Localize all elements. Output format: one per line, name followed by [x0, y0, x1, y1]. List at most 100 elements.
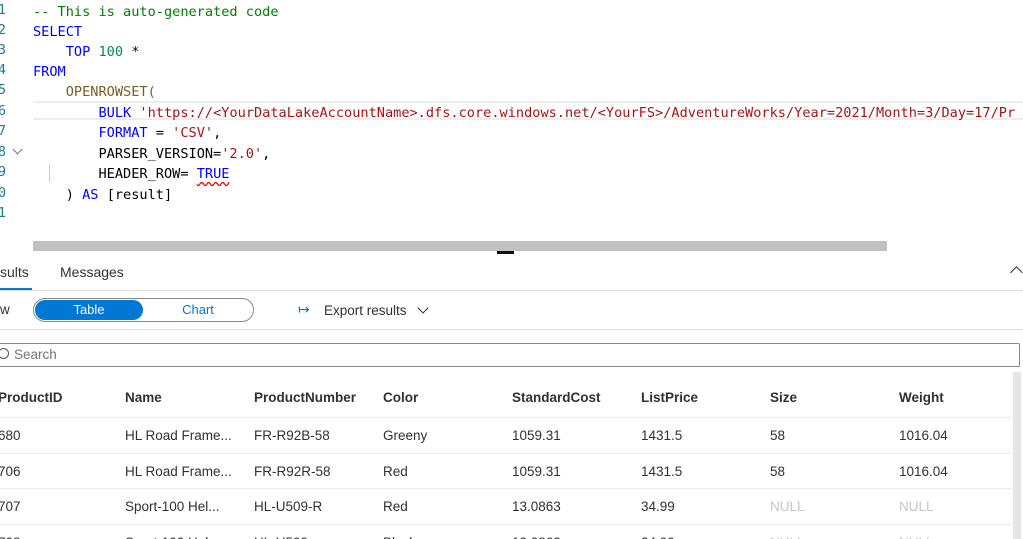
table-header-row: ProductID Name ProductNumber Color StandardC…	[0, 372, 1012, 417]
code-keyword-as: AS	[82, 187, 99, 203]
chevron-down-icon	[417, 302, 429, 314]
line-number: 4	[0, 62, 6, 78]
code-true-error: TRUE	[196, 166, 230, 182]
table-cell: 1059.31	[512, 428, 561, 443]
table-cell: FR-R92R-58	[254, 463, 331, 479]
divider	[0, 329, 1023, 330]
code-editor[interactable]: 1 2 3 4 5 6 7 8 9 0 1 -- This is auto-ge…	[0, 0, 1023, 240]
code-comment: -- This is auto-generated code	[33, 4, 279, 20]
table-cell: NULL	[899, 499, 934, 514]
table-cell: 1431.5	[641, 463, 683, 479]
line-number: 9	[0, 164, 6, 180]
results-table: ProductID Name ProductNumber Color StandardC…	[0, 372, 1012, 539]
column-header[interactable]: ProductNumber	[254, 390, 356, 405]
code-parser-value: '2.0'	[221, 146, 263, 162]
table-cell: HL-U509	[254, 535, 308, 539]
code-format-value: 'CSV'	[172, 125, 214, 141]
toggle-chart[interactable]: Chart	[144, 300, 252, 320]
code-keyword-top: TOP	[65, 44, 91, 60]
collapse-chevron-up-icon[interactable]	[1010, 266, 1023, 279]
table-cell: 680	[0, 428, 21, 443]
table-row[interactable]: 707 Sport-100 Hel... HL-U509-R Red 13.0863 34…	[0, 488, 1012, 524]
column-header[interactable]: Name	[125, 390, 162, 405]
table-cell: Black	[383, 535, 416, 539]
table-cell: 708	[0, 535, 21, 539]
code-keyword-from: FROM	[33, 64, 66, 80]
line-number: 1	[0, 205, 6, 221]
tab-messages[interactable]: Messages	[60, 264, 124, 280]
column-header[interactable]: StandardCost	[512, 390, 601, 405]
code-parser-version: PARSER_VERSION=	[98, 146, 222, 162]
code-operator: =	[147, 125, 173, 141]
toggle-table[interactable]: Table	[35, 300, 143, 320]
code-star: *	[131, 44, 140, 60]
line-number: 1	[0, 2, 6, 18]
code-header-row: HEADER_ROW=	[98, 166, 197, 182]
table-cell: Sport-100 Hel...	[125, 499, 220, 514]
search-input[interactable]	[0, 343, 1020, 367]
code-keyword-bulk: BULK	[98, 105, 132, 121]
view-toggle[interactable]: Table Chart	[33, 298, 254, 322]
table-cell: 58	[770, 463, 786, 479]
table-cell: Red	[383, 463, 408, 479]
table-cell: HL-U509-R	[254, 499, 323, 514]
code-comma: ,	[213, 125, 222, 141]
splitter-handle[interactable]	[497, 251, 514, 254]
table-cell: NULL	[899, 535, 934, 539]
column-header[interactable]: ListPrice	[641, 390, 698, 405]
table-cell: FR-R92B-58	[254, 428, 330, 443]
fold-chevron-icon[interactable]	[12, 144, 23, 155]
table-cell: Red	[383, 499, 408, 514]
line-number: 8	[0, 144, 6, 160]
tab-label: Messages	[60, 264, 124, 280]
code-number: 100	[98, 44, 124, 60]
table-cell: Greeny	[383, 428, 428, 443]
table-cell: 1059.31	[512, 463, 561, 479]
line-number: 2	[0, 22, 6, 38]
table-cell: 707	[0, 499, 21, 514]
table-cell: 1016.04	[899, 463, 948, 479]
code-bulk-path: 'https://<YourDataLakeAccountName>.dfs.c…	[139, 105, 1016, 121]
table-cell: 58	[770, 428, 786, 443]
code-comma: ,	[262, 146, 271, 162]
column-header[interactable]: Color	[383, 390, 418, 405]
line-number: 3	[0, 42, 6, 58]
line-number: 0	[0, 185, 6, 201]
code-function: OPENROWSET(	[65, 84, 156, 100]
code-keyword-format: FORMAT	[98, 125, 148, 141]
column-header[interactable]: ProductID	[0, 390, 63, 405]
export-label: Export results	[324, 303, 407, 318]
line-number: 5	[0, 82, 6, 98]
table-cell: 13.0863	[512, 535, 561, 539]
column-header[interactable]: Weight	[899, 390, 944, 405]
horizontal-scrollbar[interactable]	[33, 241, 887, 251]
table-row[interactable]: 708 Sport-100 Hel... HL-U509 Black 13.0863 34…	[0, 523, 1012, 539]
code-paren: )	[65, 187, 74, 203]
table-cell: Sport-100 Hel...	[125, 535, 220, 539]
column-header[interactable]: Size	[770, 390, 797, 405]
code-keyword-select: SELECT	[33, 24, 83, 40]
line-number: 7	[0, 123, 6, 139]
line-number: 6	[0, 103, 6, 119]
search-field[interactable]	[14, 347, 914, 362]
view-label: w	[0, 302, 10, 317]
code-alias: [result]	[106, 187, 173, 203]
table-row[interactable]: 706 HL Road Frame... FR-R92R-58 Red 1059.31 1…	[0, 452, 1012, 489]
table-cell: 1016.04	[899, 428, 948, 443]
search-icon	[0, 348, 9, 359]
table-cell: 34.99	[641, 535, 675, 539]
table-cell: HL Road Frame...	[125, 463, 232, 479]
table-cell: 706	[0, 463, 21, 479]
table-cell: NULL	[770, 535, 805, 539]
table-cell: 13.0863	[512, 499, 561, 514]
vertical-scrollbar[interactable]	[1013, 372, 1021, 539]
divider	[0, 290, 1023, 291]
tab-label: sults	[0, 264, 29, 280]
table-row[interactable]: 680 HL Road Frame... FR-R92B-58 Greeny 1059.…	[0, 417, 1012, 453]
tab-results[interactable]: sults	[0, 264, 29, 280]
export-icon: ↦	[298, 302, 310, 318]
table-cell: 34.99	[641, 499, 675, 514]
table-cell: NULL	[770, 499, 805, 514]
table-cell: 1431.5	[641, 428, 683, 443]
table-cell: HL Road Frame...	[125, 428, 232, 443]
